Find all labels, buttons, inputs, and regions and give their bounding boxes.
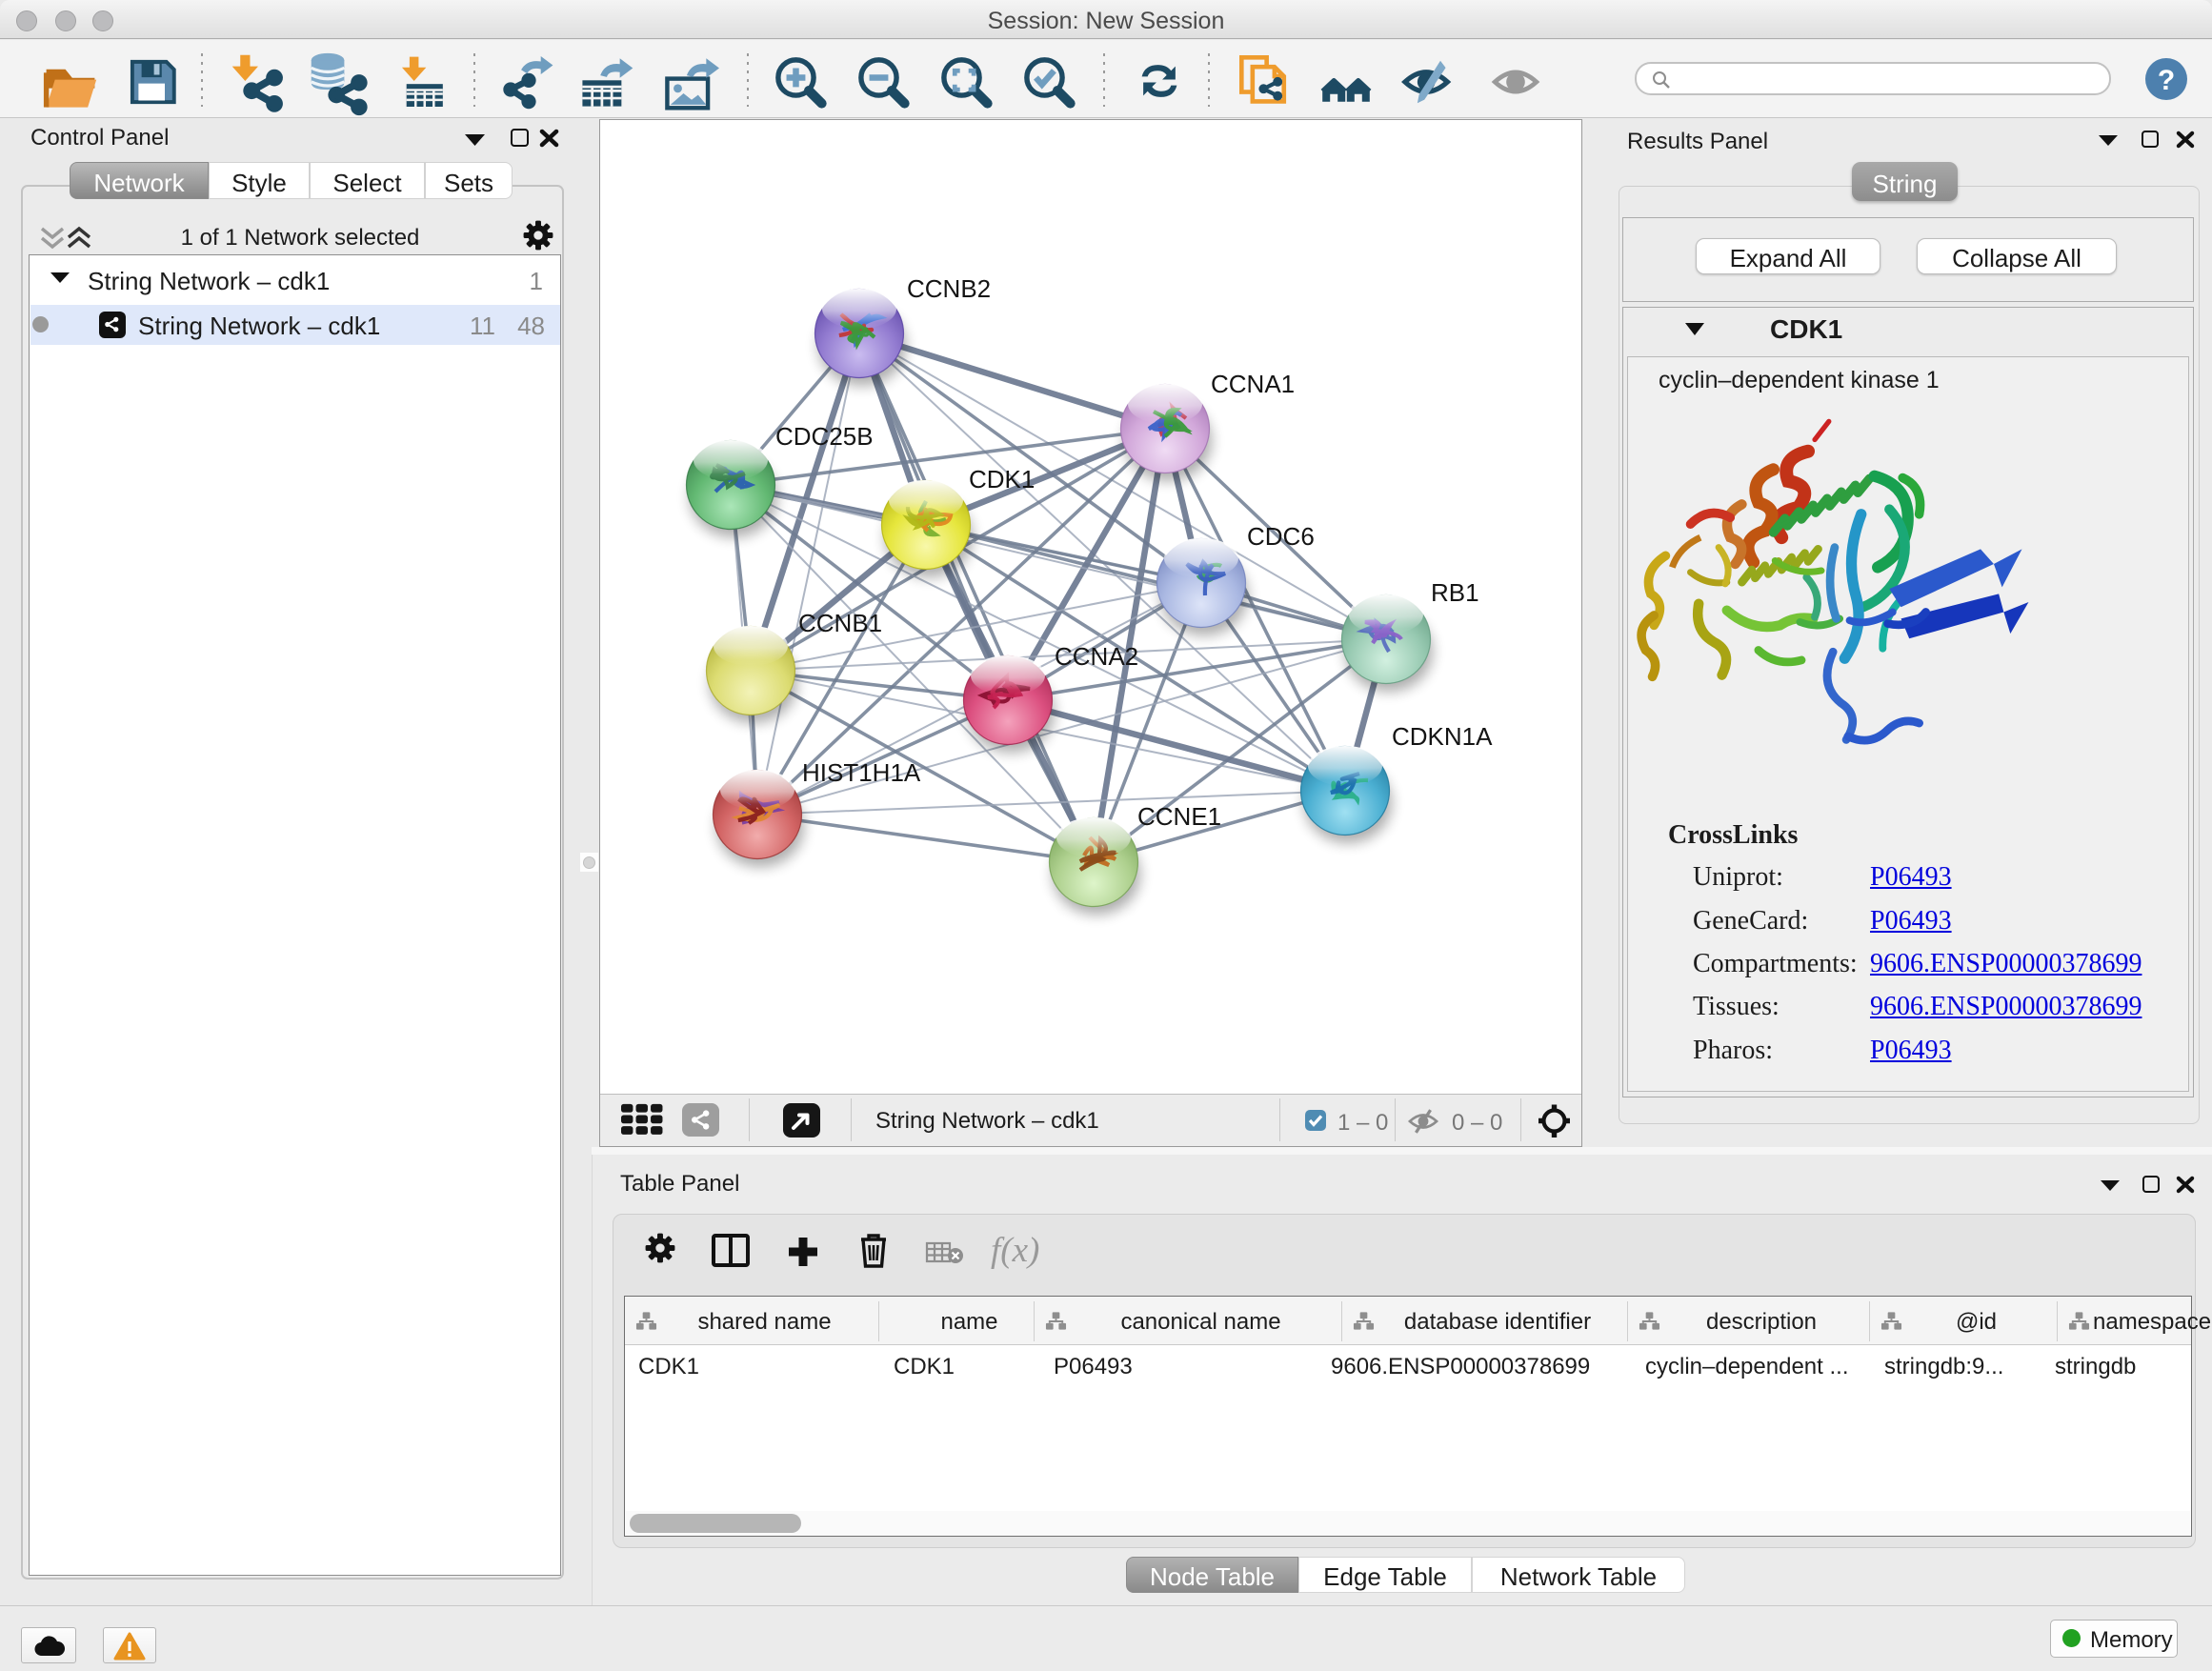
svg-text:CDC6: CDC6 bbox=[1247, 522, 1315, 551]
svg-text:CDK1: CDK1 bbox=[969, 465, 1035, 493]
svg-text:CCNB1: CCNB1 bbox=[798, 609, 882, 637]
svg-text:CDKN1A: CDKN1A bbox=[1392, 722, 1493, 751]
svg-text:HIST1H1A: HIST1H1A bbox=[802, 758, 921, 787]
svg-text:CCNA1: CCNA1 bbox=[1211, 370, 1295, 398]
svg-text:CCNB2: CCNB2 bbox=[907, 274, 991, 303]
svg-text:CDC25B: CDC25B bbox=[775, 422, 874, 451]
svg-text:CCNA2: CCNA2 bbox=[1055, 642, 1138, 671]
svg-text:CCNE1: CCNE1 bbox=[1137, 802, 1221, 831]
svg-text:RB1: RB1 bbox=[1431, 578, 1479, 607]
